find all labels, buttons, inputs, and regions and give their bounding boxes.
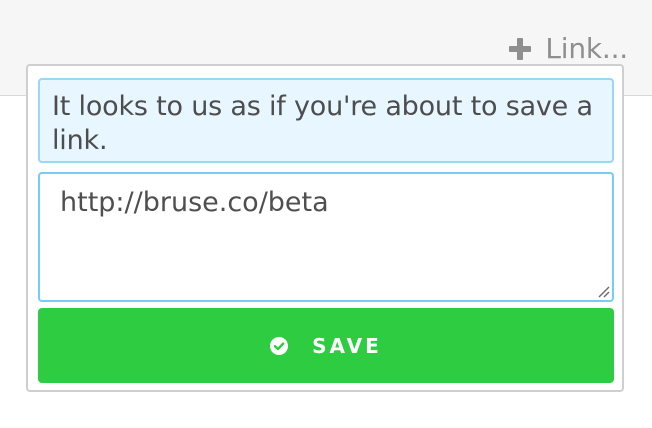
link-detected-message: It looks to us as if you're about to sav… (38, 78, 614, 163)
save-button[interactable]: SAVE (38, 308, 614, 383)
add-link-button[interactable]: Link... (509, 31, 628, 67)
url-input[interactable]: http://bruse.co/beta (38, 172, 614, 302)
save-button-label: SAVE (312, 333, 382, 358)
add-link-label: Link... (545, 32, 628, 65)
plus-icon (509, 38, 532, 60)
check-circle-icon (270, 336, 289, 355)
save-link-popover: It looks to us as if you're about to sav… (26, 64, 624, 392)
